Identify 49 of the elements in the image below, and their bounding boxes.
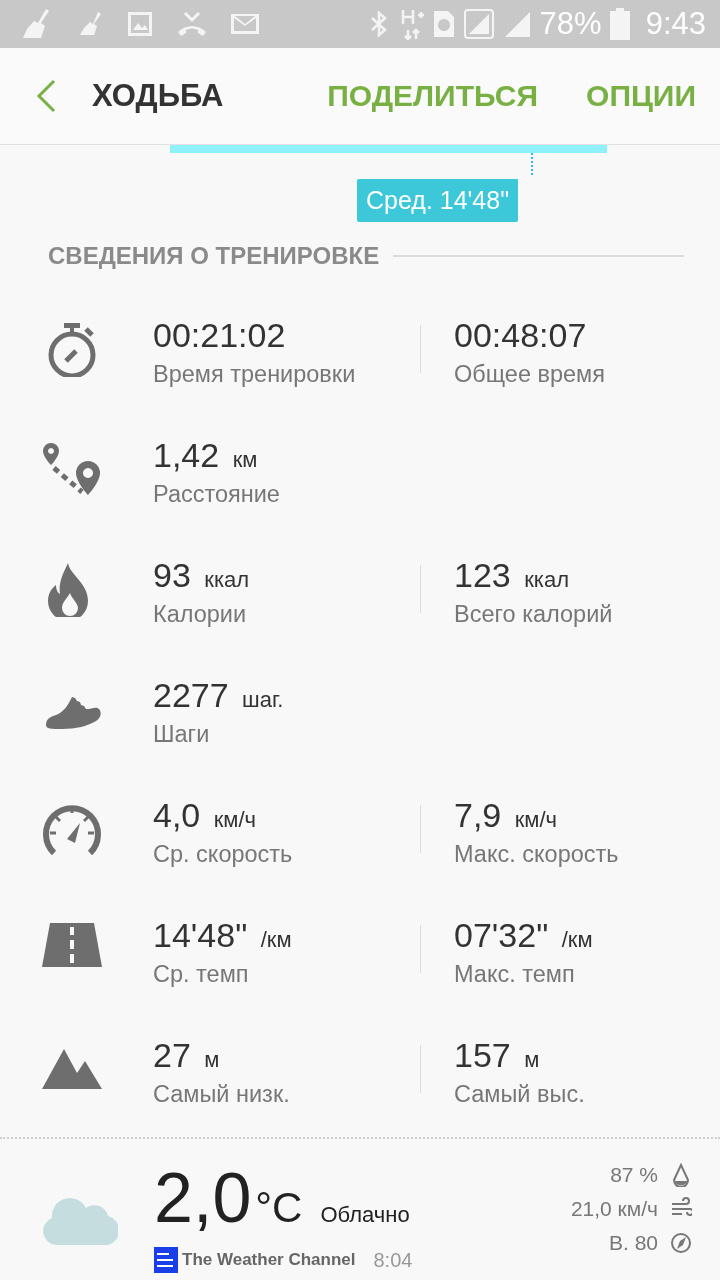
stat-label: Ср. скорость — [153, 841, 294, 868]
stat-label: Макс. скорость — [454, 841, 620, 868]
stat-label: Калории — [153, 601, 248, 628]
stat-value: 14'48" /км — [153, 916, 293, 955]
stat-value: 93 ккал — [153, 556, 251, 595]
stat-label: Макс. темп — [454, 961, 576, 988]
stat-label: Самый низк. — [153, 1081, 291, 1108]
header-action-button[interactable]: ПОДЕЛИТЬСЯ — [327, 73, 539, 119]
weather-condition: Облачно — [320, 1202, 410, 1228]
average-marker-line — [531, 153, 533, 175]
stat-value: 27 м — [153, 1036, 221, 1075]
image-icon — [126, 10, 154, 38]
stat-value: 7,9 км/ч — [454, 796, 559, 835]
stat-value: 00:21:02 — [153, 316, 287, 355]
route-pins-icon — [41, 441, 102, 497]
stat-value: 123 ккал — [454, 556, 570, 595]
stat-label: Самый выс. — [454, 1081, 586, 1108]
stat-label: Всего калорий — [454, 601, 614, 628]
stat-label: Расстояние — [153, 481, 281, 508]
stat-value: 00:48:07 — [454, 316, 588, 355]
average-pace-tooltip: Сред. 14'48" — [357, 179, 519, 222]
stat-value: 1,42 км — [153, 436, 259, 475]
stat-value: 07'32" /км — [454, 916, 594, 955]
humidity-value: 87 % — [610, 1163, 658, 1187]
temperature-unit: °C — [255, 1184, 303, 1232]
wind-direction-value: В. 80 — [608, 1231, 658, 1255]
section-title: СВЕДЕНИЯ О ТРЕНИРОВКЕ — [48, 242, 380, 270]
stat-label: Общее время — [454, 361, 606, 388]
drop-icon — [670, 1163, 692, 1187]
stat-value: 4,0 км/ч — [153, 796, 258, 835]
wind-value: 21,0 км/ч — [570, 1197, 658, 1221]
stat-label: Ср. темп — [153, 961, 250, 988]
stat-value: 157 м — [454, 1036, 541, 1075]
compass-icon — [670, 1231, 692, 1255]
mail-icon — [230, 12, 260, 36]
header-action-button[interactable]: ОПЦИИ — [586, 73, 696, 119]
stat-label: Шаги — [153, 721, 211, 748]
stat-value: 2277 шаг. — [153, 676, 285, 715]
sim-globe-icon — [431, 9, 456, 39]
battery-icon — [609, 8, 630, 40]
signal-icon — [463, 9, 494, 39]
update-time: 8:04 — [373, 1248, 413, 1272]
weather-provider: The Weather Channel — [182, 1250, 356, 1270]
stat-label: Время тренировки — [153, 361, 357, 388]
missed-call-icon — [176, 10, 208, 38]
screen-title: ХОДЬБА — [92, 78, 225, 114]
temperature-value: 2,0 — [154, 1163, 252, 1233]
cloud-icon — [40, 1197, 118, 1247]
provider-logo-icon — [154, 1247, 178, 1273]
